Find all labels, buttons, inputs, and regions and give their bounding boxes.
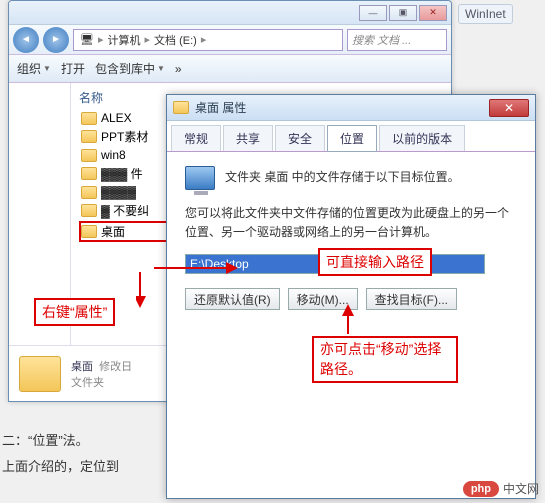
annotation-type-path: 可直接输入路径 bbox=[318, 248, 432, 276]
watermark-text: 中文网 bbox=[503, 480, 539, 497]
nav-back-icon[interactable]: ◄ bbox=[13, 27, 39, 53]
watermark: php 中文网 bbox=[463, 480, 539, 497]
tab-sharing[interactable]: 共享 bbox=[223, 125, 273, 151]
properties-titlebar: 桌面 属性 ✕ bbox=[167, 95, 535, 121]
find-target-button[interactable]: 查找目标(F)... bbox=[366, 288, 457, 310]
toolbar-organize[interactable]: 组织▼ bbox=[17, 60, 51, 77]
annotation-right-click-properties: 右键“属性” bbox=[34, 298, 115, 326]
address-bar[interactable]: 🖥 ▸ 计算机 ▸ 文档 (E:) ▸ bbox=[73, 29, 343, 51]
computer-icon: 🖥 bbox=[80, 33, 94, 46]
explorer-titlebar: — ▣ ✕ bbox=[9, 1, 451, 25]
folder-icon bbox=[81, 149, 97, 162]
folder-icon bbox=[81, 186, 97, 199]
crumb-drive[interactable]: 文档 (E:) bbox=[154, 32, 197, 48]
detail-name: 桌面 bbox=[71, 361, 93, 373]
explorer-toolbar: 组织▼ 打开 包含到库中▼ » bbox=[9, 55, 451, 83]
chevron-down-icon: ▼ bbox=[43, 64, 51, 73]
large-folder-icon bbox=[19, 356, 61, 392]
crumb-computer[interactable]: 计算机 bbox=[108, 32, 141, 48]
location-line2: 您可以将此文件夹中文件存储的位置更改为此硬盘上的另一个位置、另一个驱动器或网络上… bbox=[185, 204, 517, 242]
chevron-down-icon: ▼ bbox=[157, 64, 165, 73]
button-row: 还原默认值(R) 移动(M)... 查找目标(F)... bbox=[185, 288, 517, 310]
move-button[interactable]: 移动(M)... bbox=[288, 288, 358, 310]
maximize-button[interactable]: ▣ bbox=[389, 5, 417, 21]
monitor-icon bbox=[185, 166, 215, 190]
minimize-button[interactable]: — bbox=[359, 5, 387, 21]
tab-security[interactable]: 安全 bbox=[275, 125, 325, 151]
folder-icon bbox=[81, 204, 97, 217]
toolbar-open[interactable]: 打开 bbox=[61, 60, 85, 77]
background-tab: WinInet bbox=[458, 4, 513, 24]
folder-icon bbox=[81, 225, 97, 238]
annotation-click-move: 亦可点击“移动”选择路径。 bbox=[312, 336, 458, 383]
folder-icon bbox=[81, 167, 97, 180]
detail-date-label: 修改日 bbox=[99, 361, 132, 373]
close-button[interactable]: ✕ bbox=[419, 5, 447, 21]
folder-icon bbox=[81, 112, 97, 125]
article-line1: 二：“位置”法。 bbox=[2, 428, 119, 454]
nav-forward-icon[interactable]: ► bbox=[43, 27, 69, 53]
article-line2: 上面介绍的，定位到 bbox=[2, 454, 119, 480]
toolbar-more[interactable]: » bbox=[175, 62, 182, 76]
properties-dialog: 桌面 属性 ✕ 常规 共享 安全 位置 以前的版本 文件夹 桌面 中的文件存储于… bbox=[166, 94, 536, 499]
search-input[interactable]: 搜索 文档 ... bbox=[347, 29, 447, 51]
tab-general[interactable]: 常规 bbox=[171, 125, 221, 151]
location-line1: 文件夹 桌面 中的文件存储于以下目标位置。 bbox=[225, 168, 460, 187]
properties-tabs: 常规 共享 安全 位置 以前的版本 bbox=[167, 121, 535, 152]
detail-type: 文件夹 bbox=[71, 374, 132, 390]
toolbar-include[interactable]: 包含到库中▼ bbox=[95, 60, 165, 77]
article-text: 二：“位置”法。 上面介绍的，定位到 bbox=[2, 428, 119, 480]
watermark-badge: php bbox=[463, 481, 499, 497]
dialog-close-button[interactable]: ✕ bbox=[489, 99, 529, 117]
tab-previous[interactable]: 以前的版本 bbox=[379, 125, 465, 151]
tab-location[interactable]: 位置 bbox=[327, 125, 377, 152]
restore-default-button[interactable]: 还原默认值(R) bbox=[185, 288, 280, 310]
folder-icon bbox=[81, 130, 97, 143]
explorer-navbar: ◄ ► 🖥 ▸ 计算机 ▸ 文档 (E:) ▸ 搜索 文档 ... bbox=[9, 25, 451, 55]
properties-body: 文件夹 桌面 中的文件存储于以下目标位置。 您可以将此文件夹中文件存储的位置更改… bbox=[167, 152, 535, 324]
folder-icon bbox=[173, 101, 189, 114]
dialog-title: 桌面 属性 bbox=[195, 99, 246, 116]
